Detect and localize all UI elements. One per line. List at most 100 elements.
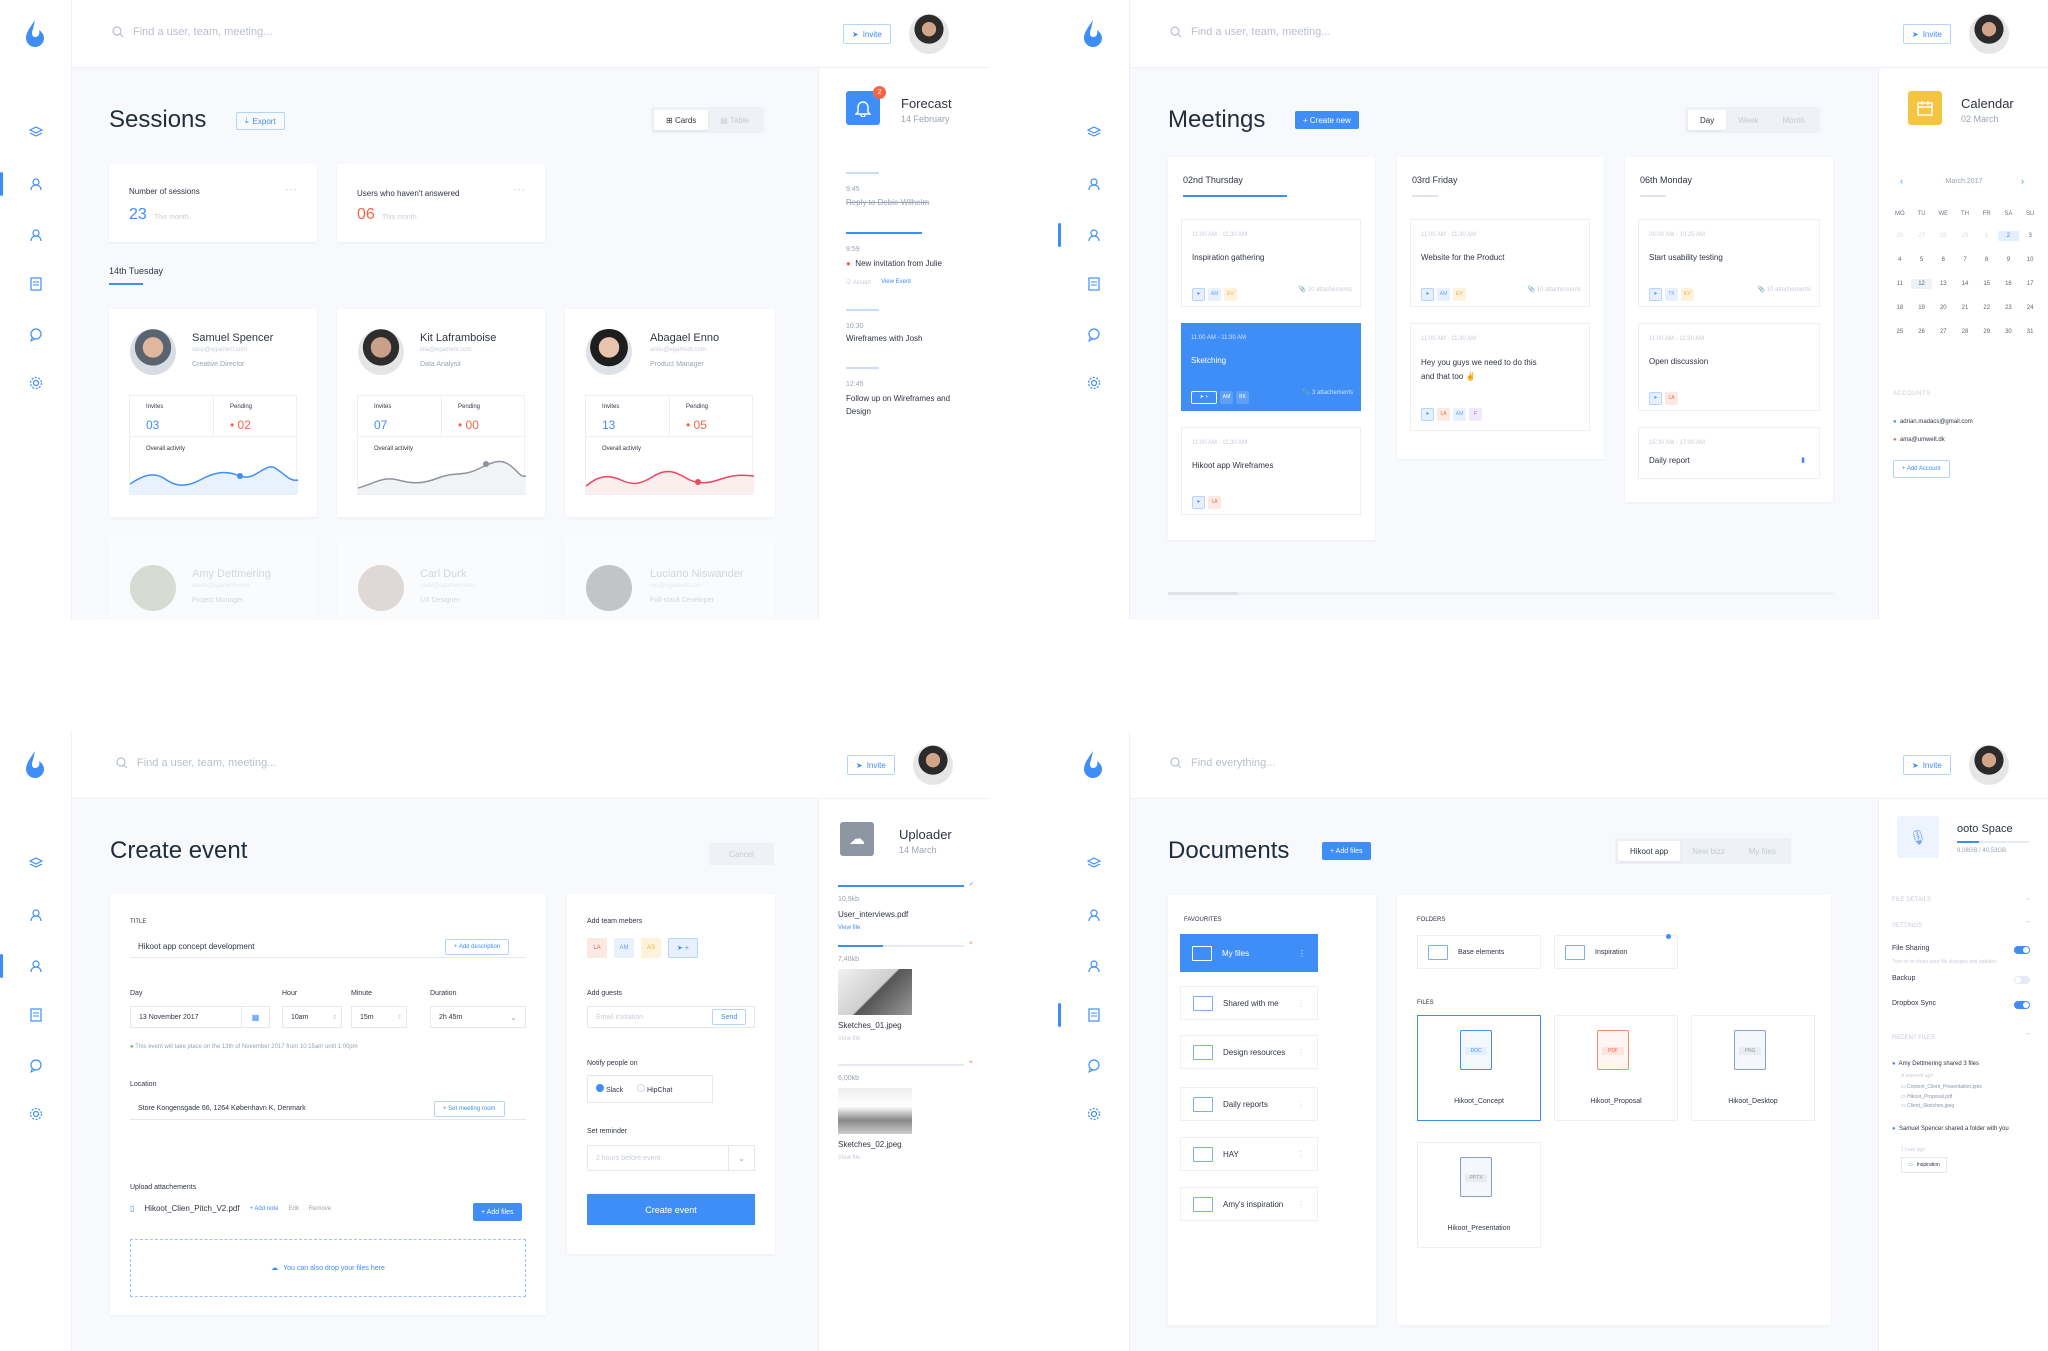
slack-radio[interactable]: Slack — [596, 1084, 623, 1094]
day-field[interactable]: 13 November 2017 ▦ — [130, 1006, 270, 1028]
file-item[interactable]: PPTX Hikoot_Presentation — [1417, 1142, 1541, 1248]
calendar-day[interactable]: 5 — [1911, 255, 1933, 265]
close-icon[interactable]: × — [969, 941, 973, 947]
event-card[interactable]: 11:00 AM - 11:30 AM Open discussion ➤ LA — [1638, 323, 1820, 411]
calendar-day[interactable]: 14 — [1954, 279, 1976, 289]
nav-layers[interactable] — [0, 849, 72, 877]
nav-settings[interactable] — [1058, 369, 1130, 397]
calendar-day[interactable]: 26 — [1889, 231, 1911, 241]
favourite-item[interactable]: Shared with me ⋮ — [1180, 986, 1318, 1020]
export-button[interactable]: ⤓ Export — [236, 112, 285, 130]
next-month-icon[interactable]: › — [2021, 176, 2024, 186]
nav-user[interactable] — [1058, 221, 1130, 249]
hour-stepper[interactable]: 10am ⇕ — [282, 1006, 342, 1028]
nav-team[interactable] — [1058, 901, 1130, 929]
calendar-day[interactable]: 1 — [1976, 231, 1998, 241]
event-card[interactable]: 11:00 AM - 11:30 AM Hikoot app Wireframe… — [1181, 427, 1361, 515]
more-icon[interactable]: ··· — [513, 182, 525, 196]
event-card-active[interactable]: 11:00 AM - 11:30 AM Sketching ➤ + AM BK 📎 … — [1181, 323, 1361, 411]
nav-user[interactable] — [1058, 952, 1130, 980]
calendar-day[interactable]: 26 — [1911, 327, 1933, 337]
shared-folder-chip[interactable]: ▭ Inspiration — [1901, 1157, 1947, 1173]
calendar-day[interactable]: 10 — [2019, 255, 2041, 265]
chevron-up-icon[interactable]: ⌃ — [2025, 1032, 2031, 1040]
nav-layers[interactable] — [1058, 118, 1130, 146]
favourite-item[interactable]: My files ⋮ — [1180, 934, 1318, 972]
team-member-chip[interactable]: AS — [641, 938, 661, 958]
send-icon[interactable]: ➤ — [1649, 287, 1662, 301]
calendar-day[interactable]: 2 — [1997, 231, 2020, 241]
event-card[interactable]: 11:00 AM - 11:30 AM Inspiration gatherin… — [1181, 219, 1361, 307]
event-card[interactable]: 09:00 AM - 13:25 AM Start usability test… — [1638, 219, 1820, 307]
send-icon[interactable]: ➤ + — [1191, 390, 1217, 404]
more-icon[interactable]: ··· — [285, 182, 297, 196]
nav-user[interactable] — [0, 221, 72, 249]
account-item[interactable]: ● adrian.madacs@gmail.com — [1893, 419, 1973, 425]
team-member-chip[interactable]: AM — [614, 938, 634, 958]
user-card[interactable]: Carl Durk cadu@egament.com UX Designer — [337, 537, 545, 620]
stepper-icon[interactable]: ⇕ — [332, 1014, 337, 1021]
calendar-day[interactable]: 6 — [1932, 255, 1954, 265]
add-files-button[interactable]: + Add files — [1322, 842, 1371, 860]
chevron-down-icon[interactable]: ⌄ — [2025, 894, 2031, 902]
invite-button[interactable]: ➤ Invite — [1903, 755, 1951, 775]
nav-documents[interactable] — [0, 270, 72, 298]
drop-zone[interactable]: ☁ You can also drop your files here — [130, 1239, 526, 1297]
dropbox-sync-toggle[interactable] — [2014, 1001, 2030, 1009]
section-label[interactable]: RECENT FILES — [1892, 1035, 1935, 1041]
duration-select[interactable]: 2h 45m ⌄ — [430, 1006, 526, 1028]
user-card[interactable]: Amy Dettmering amde@egament.com Project … — [109, 537, 317, 620]
add-note-link[interactable]: + Add note — [250, 1206, 279, 1212]
file-sharing-toggle[interactable] — [2014, 946, 2030, 954]
invite-button[interactable]: ➤ Invite — [1903, 24, 1951, 44]
file-item[interactable]: PNG Hikoot_Desktop — [1691, 1015, 1815, 1121]
file-item[interactable]: PDF Hikoot_Proposal — [1554, 1015, 1678, 1121]
event-card[interactable]: 15:30 AM - 17:00 AM Daily report ▮ — [1638, 427, 1820, 479]
calendar-icon[interactable]: ▦ — [241, 1007, 269, 1027]
edit-link[interactable]: Edit — [288, 1206, 298, 1212]
calendar-day[interactable]: 17 — [2019, 279, 2041, 289]
search-bar[interactable]: Find a user, team, meeting... — [116, 757, 276, 769]
add-description-button[interactable]: + Add description — [445, 939, 510, 955]
more-vertical-icon[interactable]: ⋮ — [1297, 999, 1305, 1008]
calendar-day[interactable]: 18 — [1889, 303, 1911, 313]
event-card[interactable]: 11:00 AM - 11:30 AM Website for the Prod… — [1410, 219, 1590, 307]
calendar-day[interactable]: 29 — [1976, 327, 1998, 337]
avatar[interactable] — [909, 14, 949, 54]
send-button[interactable]: Send — [712, 1009, 747, 1025]
invite-button[interactable]: ➤ Invite — [847, 755, 895, 775]
invite-button[interactable]: ➤ Invite — [843, 24, 891, 44]
nav-user[interactable] — [0, 952, 72, 980]
section-label[interactable]: FILE DETAILS — [1892, 897, 1931, 903]
send-icon[interactable]: ➤ — [1192, 287, 1205, 301]
team-member-chip[interactable]: LA — [587, 938, 607, 958]
calendar-day[interactable]: 28 — [1954, 327, 1976, 337]
set-meeting-room-button[interactable]: + Set meeting room — [434, 1101, 505, 1117]
calendar-day[interactable]: 25 — [1889, 327, 1911, 337]
user-card[interactable]: Abagael Enno anhu@egament.com Product Ma… — [565, 309, 775, 517]
hipchat-radio[interactable]: HipChat — [637, 1084, 672, 1094]
search-bar[interactable]: Find a user, team, meeting... — [112, 26, 272, 38]
nav-documents[interactable] — [1058, 1001, 1130, 1029]
calendar-day[interactable]: 19 — [1911, 303, 1933, 313]
folder-item[interactable]: Inspiration — [1554, 934, 1678, 969]
remove-link[interactable]: Remove — [309, 1206, 331, 1212]
cancel-button[interactable]: Cancel — [709, 843, 774, 865]
item-text[interactable]: Reply to Debie Wilhelm — [846, 198, 929, 207]
favourite-item[interactable]: Amy's inspiration ⋮ — [1180, 1187, 1318, 1221]
view-file-link[interactable]: View file — [838, 1036, 860, 1042]
view-file-link[interactable]: View file — [838, 925, 860, 931]
shared-file-link[interactable]: ▭ Client_Sketches.jpeg — [1901, 1102, 1982, 1112]
calendar-day[interactable]: 12 — [1910, 279, 1933, 289]
reminder-select[interactable]: 2 hours before event ⌄ — [587, 1145, 755, 1171]
create-event-button[interactable]: Create event — [587, 1194, 755, 1225]
user-card[interactable]: Samuel Spencer sasp@egament.com Creative… — [109, 309, 317, 517]
favourite-item[interactable]: Daily reports ⋮ — [1180, 1087, 1318, 1121]
more-vertical-icon[interactable]: ⋮ — [1298, 949, 1306, 958]
nav-settings[interactable] — [1058, 1100, 1130, 1128]
view-file-link[interactable]: View file — [838, 1155, 860, 1161]
nav-chat[interactable] — [1058, 1052, 1130, 1080]
nav-team[interactable] — [0, 901, 72, 929]
view-table-tab[interactable]: ▤ Table — [708, 110, 761, 130]
user-card[interactable]: Luciano Niswander luni@egament.com Full-… — [565, 537, 775, 620]
